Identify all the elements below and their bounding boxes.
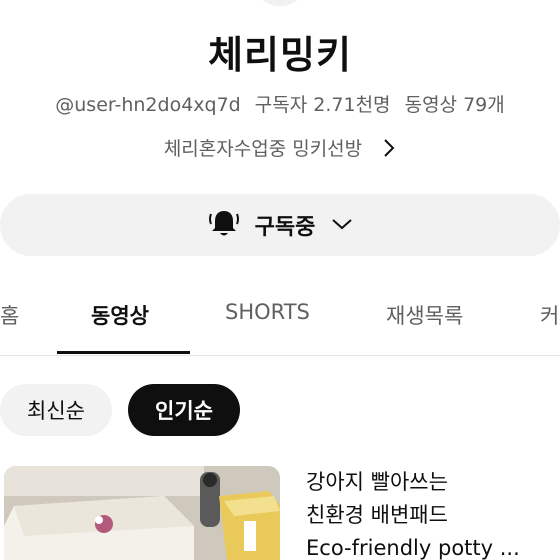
video-title-line: 강아지 빨아쓰는 — [306, 470, 448, 494]
channel-tabs: 홈 동영상 SHORTS 재생목록 커 — [0, 280, 560, 356]
tab-shorts[interactable]: SHORTS — [225, 300, 310, 324]
channel-avatar[interactable] — [250, 0, 310, 6]
chevron-down-icon — [331, 216, 353, 235]
video-title-line: Eco-friendly potty ... — [306, 536, 520, 560]
tab-videos[interactable]: 동영상 — [91, 300, 149, 330]
tab-playlists[interactable]: 재생목록 — [386, 300, 463, 330]
sort-chip-popular[interactable]: 인기순 — [128, 384, 240, 436]
tab-home[interactable]: 홈 — [0, 300, 19, 330]
channel-meta: @user-hn2do4xq7d 구독자 2.71천명 동영상 79개 — [0, 90, 560, 117]
subscribed-label: 구독중 — [254, 215, 316, 240]
channel-description-text: 체리혼자수업중 밍키선방 — [163, 138, 363, 160]
channel-name: 체리밍키 — [208, 33, 352, 77]
channel-handle[interactable]: @user-hn2do4xq7d — [55, 94, 240, 116]
tab-community[interactable]: 커 — [540, 300, 559, 330]
video-thumbnail[interactable] — [4, 466, 280, 560]
chevron-right-icon — [382, 138, 396, 163]
video-item[interactable]: 강아지 빨아쓰는 친환경 배변패드 Eco-friendly potty ... — [0, 466, 560, 560]
video-count: 동영상 79개 — [404, 94, 505, 116]
active-tab-indicator — [57, 351, 190, 354]
video-title[interactable]: 강아지 빨아쓰는 친환경 배변패드 Eco-friendly potty ... — [306, 466, 556, 560]
bell-icon — [207, 206, 241, 244]
subscriber-count: 구독자 2.71천명 — [254, 94, 391, 116]
video-title-line: 친환경 배변패드 — [306, 503, 448, 527]
sort-chip-latest[interactable]: 최신순 — [0, 384, 112, 436]
channel-description[interactable]: 체리혼자수업중 밍키선방 — [0, 134, 560, 163]
subscribed-button[interactable]: 구독중 — [0, 194, 560, 256]
